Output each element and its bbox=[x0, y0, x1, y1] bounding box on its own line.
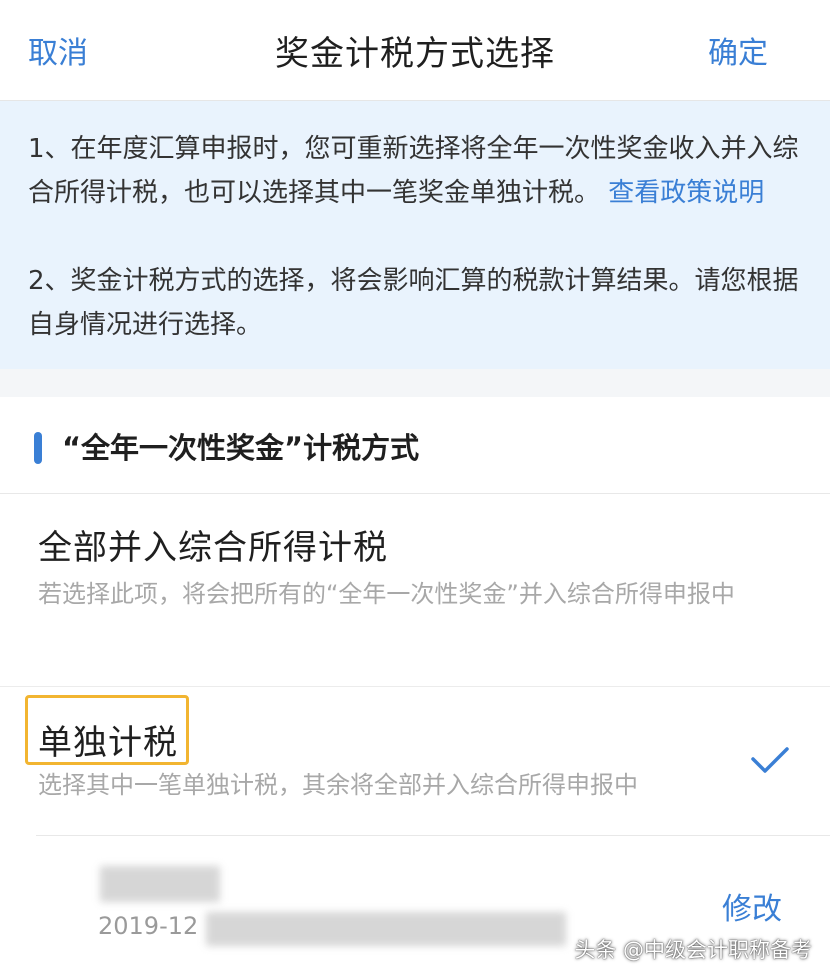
policy-link[interactable]: 查看政策说明 bbox=[608, 178, 764, 208]
notice-panel: 1、在年度汇算申报时，您可重新选择将全年一次性奖金收入并入综合所得计税，也可以选… bbox=[0, 101, 830, 369]
section-accent-bar bbox=[34, 432, 42, 464]
redacted-details bbox=[206, 912, 566, 946]
checkmark-icon bbox=[751, 747, 789, 773]
bonus-date: 2019-12 bbox=[98, 912, 199, 940]
option-title: 单独计税 bbox=[38, 723, 178, 763]
edit-button[interactable]: 修改 bbox=[722, 884, 782, 928]
option-description: 若选择此项，将会把所有的“全年一次性奖金”并入综合所得申报中 bbox=[38, 580, 735, 608]
notice-item-2: 2、奖金计税方式的选择，将会影响汇算的税款计算结果。请您根据自身情况进行选择。 bbox=[28, 266, 799, 340]
section-header: “全年一次性奖金”计税方式 bbox=[0, 397, 830, 494]
redacted-name bbox=[100, 866, 220, 902]
option-description: 选择其中一笔单独计税，其余将全部并入综合所得申报中 bbox=[38, 771, 638, 799]
watermark-text: 头条 @中级会计职称备考 bbox=[574, 938, 812, 962]
section-title: “全年一次性奖金”计税方式 bbox=[62, 431, 420, 465]
notice-item-1: 1、在年度汇算申报时，您可重新选择将全年一次性奖金收入并入综合所得计税，也可以选… bbox=[28, 127, 818, 215]
option-separate-tax[interactable]: 单独计税 选择其中一笔单独计税，其余将全部并入综合所得申报中 bbox=[0, 687, 830, 835]
option-combined-tax[interactable]: 全部并入综合所得计税 若选择此项，将会把所有的“全年一次性奖金”并入综合所得申报… bbox=[0, 494, 830, 687]
top-bar: 取消 奖金计税方式选择 确定 bbox=[0, 0, 830, 101]
page-title: 奖金计税方式选择 bbox=[275, 34, 555, 74]
section-gap bbox=[0, 369, 830, 397]
option-title: 全部并入综合所得计税 bbox=[38, 528, 388, 568]
confirm-button[interactable]: 确定 bbox=[708, 28, 768, 72]
